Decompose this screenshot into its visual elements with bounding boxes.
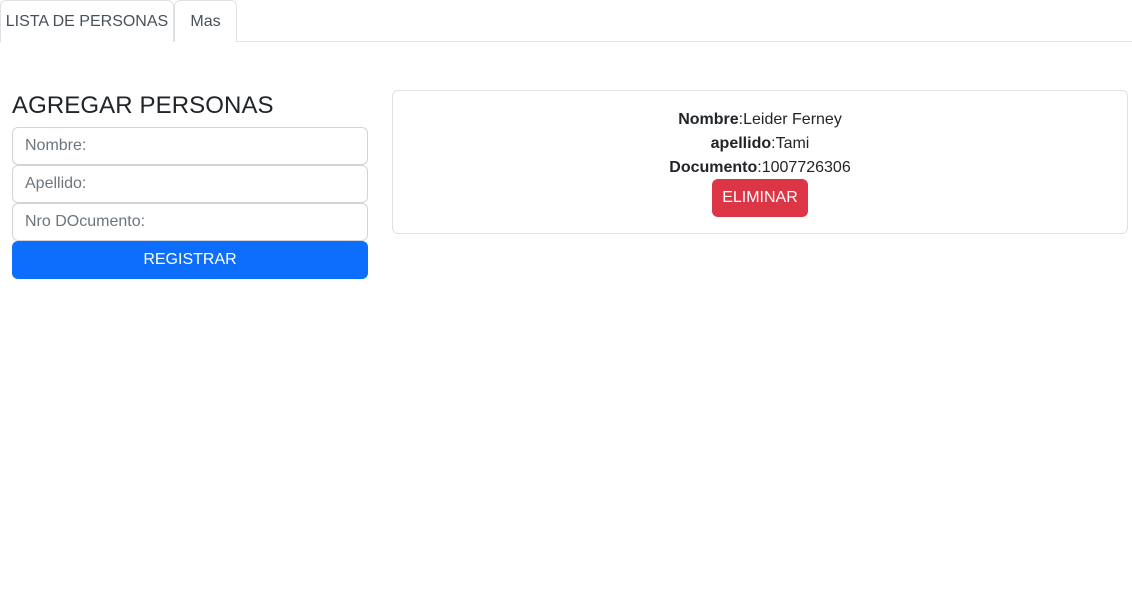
eliminar-button[interactable]: ELIMINAR: [712, 179, 808, 217]
apellido-label: apellido: [710, 135, 772, 152]
documento-label: Documento: [669, 159, 758, 176]
nav-tabs: LISTA DE PERSONAS Mas: [0, 0, 1132, 42]
persona-apellido: apellido:Tami: [710, 135, 810, 152]
form-title: AGREGAR PERSONAS: [12, 92, 274, 119]
persona-nombre: Nombre:Leider Ferney: [678, 111, 842, 128]
persona-documento: Documento:1007726306: [669, 159, 851, 176]
tab-mas-label: Mas: [190, 12, 221, 30]
nombre-input[interactable]: [12, 127, 368, 165]
persona-card: Nombre:Leider Ferney apellido:Tami Docum…: [392, 90, 1128, 234]
tab-mas[interactable]: Mas: [174, 0, 237, 42]
tab-lista-label: LISTA DE PERSONAS: [5, 12, 169, 30]
documento-input[interactable]: [12, 203, 368, 241]
apellido-input[interactable]: [12, 165, 368, 203]
tab-lista-de-personas[interactable]: LISTA DE PERSONAS: [0, 0, 174, 42]
documento-value: 1007726306: [761, 159, 851, 176]
apellido-value: Tami: [775, 135, 810, 152]
registrar-button[interactable]: REGISTRAR: [12, 241, 368, 279]
nombre-value: Leider Ferney: [743, 111, 842, 128]
nombre-label: Nombre: [678, 111, 739, 128]
